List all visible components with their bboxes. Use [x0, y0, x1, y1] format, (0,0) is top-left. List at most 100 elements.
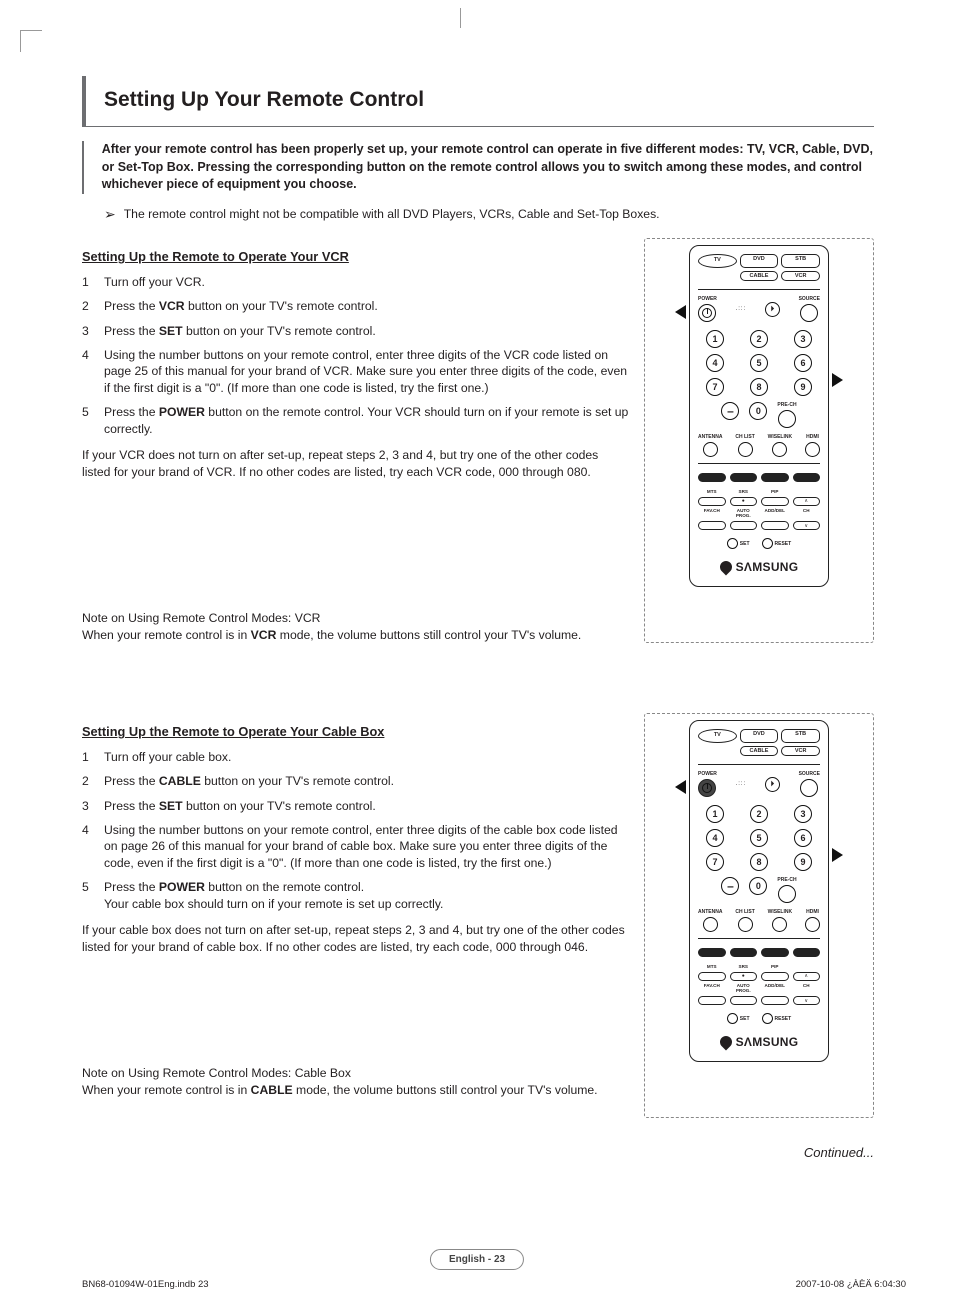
section-accent-bar — [82, 76, 86, 126]
brand-text: SΛMSUNG — [736, 1034, 799, 1050]
autoprog-button-icon — [730, 521, 758, 530]
color-pill-icon — [698, 948, 726, 957]
step-number: 4 — [82, 347, 104, 396]
label-autoprog: AUTO PROG. — [730, 509, 758, 518]
label-wiselink: WISELINK — [768, 434, 792, 441]
footer-doc-id: BN68-01094W-01Eng.indb 23 — [82, 1279, 209, 1292]
vcr-step-5: Press the POWER button on the remote con… — [104, 404, 630, 437]
color-pill-icon — [698, 473, 726, 482]
keypad-3: 3 — [794, 330, 812, 348]
label-adddel: ADD/DEL — [761, 509, 789, 518]
remote-mode-cable: CABLE — [740, 746, 779, 756]
antenna-button-icon — [703, 442, 718, 457]
pip-button-icon — [761, 972, 789, 981]
keypad-0: 0 — [749, 402, 767, 420]
step-number: 1 — [82, 274, 104, 290]
divider — [82, 126, 874, 127]
label-power: POWER — [698, 296, 717, 303]
remote-mode-tv: TV — [698, 729, 737, 743]
label-source: SOURCE — [799, 296, 820, 303]
color-pill-icon — [793, 948, 821, 957]
keypad-5: 5 — [750, 829, 768, 847]
adddel-button-icon — [761, 996, 789, 1005]
source-button-icon — [800, 779, 818, 797]
indicator-dots: .::: — [736, 780, 747, 788]
vcr-note-title: Note on Using Remote Control Modes: VCR — [82, 610, 630, 626]
antenna-button-icon — [703, 917, 718, 932]
keypad-2: 2 — [750, 805, 768, 823]
cable-fallback: If your cable box does not turn on after… — [82, 922, 630, 955]
vcr-heading: Setting Up the Remote to Operate Your VC… — [82, 248, 630, 265]
keypad-4: 4 — [706, 354, 724, 372]
step-number: 5 — [82, 404, 104, 437]
indicator-dots: .::: — [736, 305, 747, 313]
label-prech: PRE-CH — [777, 402, 796, 409]
ch-down-icon: ∨ — [793, 521, 821, 530]
remote-mode-vcr: VCR — [781, 271, 820, 281]
keypad-9: 9 — [794, 853, 812, 871]
page-title: Setting Up Your Remote Control — [104, 76, 424, 126]
remote-mode-stb: STB — [781, 254, 820, 268]
keypad-4: 4 — [706, 829, 724, 847]
cable-step-4: Using the number buttons on your remote … — [104, 822, 630, 871]
chlist-button-icon — [738, 917, 753, 932]
label-chlist: CH LIST — [735, 434, 754, 441]
label-hdmi: HDMI — [806, 909, 819, 916]
set-button-icon — [727, 1013, 738, 1024]
ch-down-icon: ∨ — [793, 996, 821, 1005]
keypad-0: 0 — [749, 877, 767, 895]
step-number: 3 — [82, 798, 104, 814]
step-number: 1 — [82, 749, 104, 765]
vcr-step-1: Turn off your VCR. — [104, 274, 630, 290]
step-number: 3 — [82, 323, 104, 339]
label-set: SET — [740, 1016, 750, 1023]
autoprog-button-icon — [730, 996, 758, 1005]
dash-button: – — [721, 402, 739, 420]
arrow-icon — [675, 780, 686, 794]
arrow-icon — [675, 305, 686, 319]
color-pill-icon — [730, 473, 758, 482]
keypad-9: 9 — [794, 378, 812, 396]
remote-mode-vcr: VCR — [781, 746, 820, 756]
samsung-logo-icon — [717, 1034, 734, 1051]
intro-text: After your remote control has been prope… — [102, 141, 874, 194]
power-button-icon — [698, 304, 716, 322]
label-srs: SRS — [730, 965, 758, 970]
label-favch: FAV.CH — [698, 984, 726, 993]
keypad-7: 7 — [706, 853, 724, 871]
label-antenna: ANTENNA — [698, 434, 722, 441]
keypad-6: 6 — [794, 829, 812, 847]
page-content: Setting Up Your Remote Control After you… — [82, 76, 874, 1162]
cable-heading: Setting Up the Remote to Operate Your Ca… — [82, 723, 630, 740]
favch-button-icon — [698, 521, 726, 530]
keypad-8: 8 — [750, 853, 768, 871]
label-pip: PIP — [761, 490, 789, 495]
label-hdmi: HDMI — [806, 434, 819, 441]
source-button-icon — [800, 304, 818, 322]
label-ch: CH — [793, 509, 821, 518]
keypad-6: 6 — [794, 354, 812, 372]
crop-mark-icon — [20, 30, 42, 52]
hdmi-button-icon — [805, 917, 820, 932]
color-pill-icon — [730, 948, 758, 957]
vcr-step-3: Press the SET button on your TV's remote… — [104, 323, 630, 339]
label-prech: PRE-CH — [777, 877, 796, 884]
keypad-5: 5 — [750, 354, 768, 372]
label-wiselink: WISELINK — [768, 909, 792, 916]
remote-mode-stb: STB — [781, 729, 820, 743]
cable-step-2: Press the CABLE button on your TV's remo… — [104, 773, 630, 789]
wiselink-button-icon — [772, 917, 787, 932]
section-accent-bar — [82, 141, 84, 194]
remote-diagram-cable: TV DVD STB CABLE VCR POWER .::: ⏵ SOURCE — [644, 713, 874, 1118]
label-chlist: CH LIST — [735, 909, 754, 916]
cable-step-1: Turn off your cable box. — [104, 749, 630, 765]
remote-mode-cable: CABLE — [740, 271, 779, 281]
keypad-8: 8 — [750, 378, 768, 396]
cable-note-body: When your remote control is in CABLE mod… — [82, 1082, 630, 1098]
remote-mode-dvd: DVD — [740, 729, 779, 743]
step-number: 2 — [82, 773, 104, 789]
label-power: POWER — [698, 771, 717, 778]
label-mts: MTS — [698, 490, 726, 495]
keypad-1: 1 — [706, 805, 724, 823]
label-reset: RESET — [775, 541, 792, 548]
